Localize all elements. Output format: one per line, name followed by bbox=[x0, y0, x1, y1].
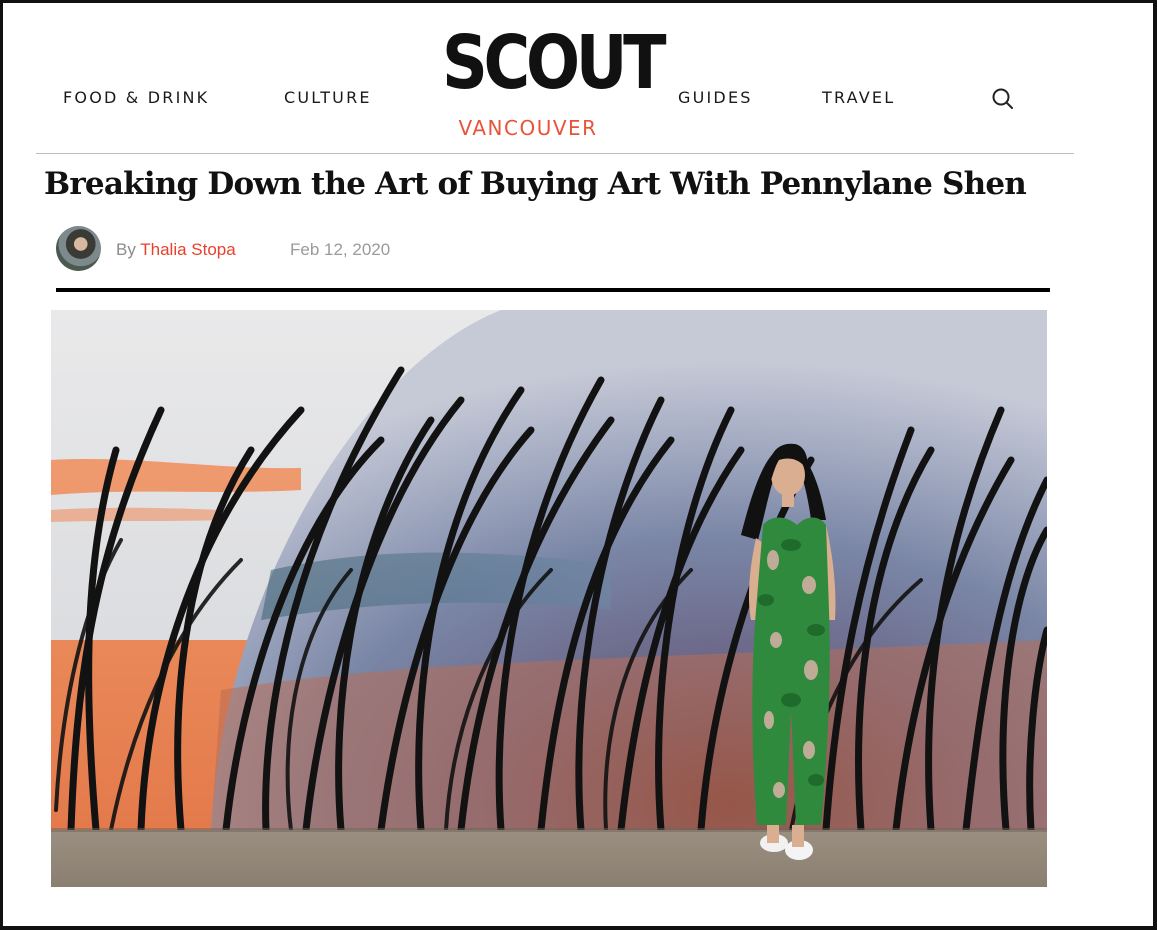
nav-food-drink[interactable]: FOOD & DRINK bbox=[63, 88, 209, 107]
author-link[interactable]: Thalia Stopa bbox=[140, 240, 235, 259]
byline: By Thalia Stopa bbox=[116, 240, 236, 260]
logo-wordmark[interactable]: SCOUT bbox=[442, 26, 667, 100]
nav-travel[interactable]: TRAVEL bbox=[822, 88, 895, 107]
author-avatar[interactable] bbox=[56, 226, 101, 271]
logo-city: VANCOUVER bbox=[458, 116, 598, 140]
article-divider bbox=[56, 288, 1050, 292]
publish-date: Feb 12, 2020 bbox=[290, 240, 391, 259]
nav-culture[interactable]: CULTURE bbox=[284, 88, 372, 107]
nav-guides[interactable]: GUIDES bbox=[678, 88, 753, 107]
article-title: Breaking Down the Art of Buying Art With… bbox=[44, 166, 1027, 202]
byline-prefix: By bbox=[116, 240, 136, 259]
hero-image bbox=[51, 310, 1051, 887]
header-divider bbox=[36, 153, 1074, 154]
search-icon[interactable] bbox=[990, 86, 1016, 112]
